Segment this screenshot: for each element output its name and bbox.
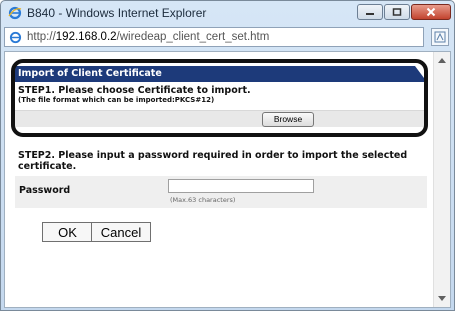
title-bar[interactable]: B840 - Windows Internet Explorer (1, 1, 454, 25)
internet-explorer-icon (8, 6, 22, 20)
file-chooser-row: Browse (15, 110, 427, 127)
password-label: Password (19, 185, 71, 196)
address-text: http://192.168.0.2/wiredeap_client_cert_… (27, 31, 269, 43)
scroll-up-icon[interactable] (438, 58, 446, 63)
window-title: B840 - Windows Internet Explorer (27, 6, 207, 20)
browser-window: B840 - Windows Internet Explorer http://… (0, 0, 455, 311)
minimize-button[interactable] (357, 4, 383, 20)
ok-button[interactable]: OK (42, 222, 92, 242)
address-prefix: http:// (27, 31, 56, 43)
page-icon (9, 31, 22, 44)
browse-button[interactable]: Browse (262, 112, 314, 127)
minimize-icon (366, 13, 374, 15)
password-input[interactable] (168, 179, 314, 193)
cancel-button[interactable]: Cancel (91, 222, 151, 242)
password-row: Password (Max.63 characters) (15, 176, 427, 208)
page-content: Import of Client Certificate STEP1. Plea… (4, 51, 451, 308)
step1-instruction: STEP1. Please choose Certificate to impo… (18, 85, 251, 96)
vertical-scrollbar[interactable] (433, 52, 450, 307)
address-host: 192.168.0.2 (55, 31, 117, 43)
address-field[interactable]: http://192.168.0.2/wiredeap_client_cert_… (4, 27, 424, 47)
address-path: /wiredeap_client_cert_set.htm (116, 31, 270, 43)
step2-instruction: STEP2. Please input a password required … (18, 150, 408, 172)
section-header: Import of Client Certificate (15, 66, 427, 82)
close-icon (426, 7, 436, 17)
maximize-button[interactable] (384, 4, 410, 20)
address-bar: http://192.168.0.2/wiredeap_client_cert_… (4, 27, 451, 49)
password-hint: (Max.63 characters) (170, 196, 236, 204)
maximize-icon (392, 8, 402, 16)
compatibility-view-icon (434, 31, 446, 43)
certificate-import-panel: Import of Client Certificate STEP1. Plea… (15, 66, 427, 127)
file-format-note: (The file format which can be imported:P… (18, 96, 215, 104)
close-button[interactable] (411, 4, 451, 20)
compatibility-view-button[interactable] (431, 28, 449, 46)
window-controls (357, 4, 451, 20)
scroll-down-icon[interactable] (438, 296, 446, 301)
